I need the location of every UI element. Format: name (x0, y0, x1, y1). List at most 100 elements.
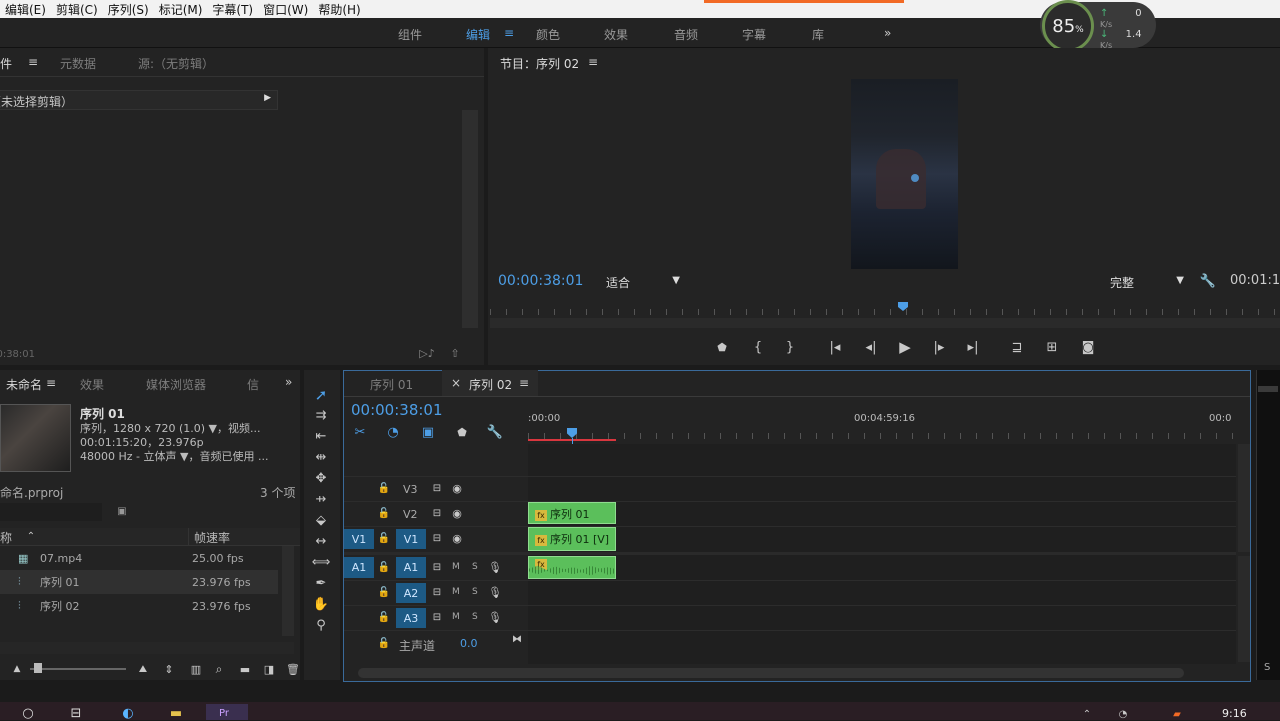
zoom-icon[interactable]: ⚲ (312, 617, 330, 633)
add-marker-icon[interactable]: ⬟ (714, 339, 730, 355)
list-item[interactable]: ▦ 07.mp4 25.00 fps (0, 546, 278, 570)
automate-icon[interactable]: ▥ (188, 662, 204, 676)
timeline-v-scrollbar-audio[interactable] (1238, 556, 1250, 662)
search-icon[interactable]: ○ (20, 706, 36, 721)
tab-effect-controls[interactable]: 控件 (0, 55, 12, 72)
mute-button[interactable]: M (452, 562, 460, 572)
mark-out-icon[interactable]: } (782, 339, 798, 355)
source-patch-v1[interactable]: V1 (344, 529, 374, 549)
tray-app-icon[interactable]: ▰ (1168, 708, 1186, 720)
slip-icon[interactable]: ⇸ (312, 491, 330, 507)
hand-icon[interactable]: ✋ (312, 596, 330, 612)
microphone-icon[interactable]: 🎙 (488, 585, 502, 599)
snap-icon[interactable]: ◔ (384, 424, 402, 440)
tab-info[interactable]: 信 (247, 376, 259, 393)
tab-media-browser[interactable]: 媒体浏览器 (146, 376, 206, 393)
ws-menu-icon[interactable]: ≡ (504, 26, 514, 40)
menu-edit[interactable]: 编辑(E) (0, 1, 51, 18)
nest-icon[interactable]: ✂ (351, 424, 369, 440)
microphone-icon[interactable]: 🎙 (488, 560, 502, 574)
track-target-a3[interactable]: A3 (396, 608, 426, 628)
slide-tool-icon[interactable]: ↔ (312, 533, 330, 549)
timeline-marker-icon[interactable]: ⬟ (454, 424, 470, 440)
timeline-menu-icon[interactable]: ≡ (519, 376, 529, 390)
browser-icon[interactable]: ◐ (118, 706, 138, 721)
go-to-out-icon[interactable]: ▸| (964, 339, 982, 355)
search-icon[interactable]: ⌕ (212, 662, 226, 676)
col-name-header[interactable]: 名称 (0, 529, 12, 546)
export-icon[interactable]: ⇧ (446, 346, 464, 360)
mute-button[interactable]: M (452, 587, 460, 597)
timeline-settings-icon[interactable]: 🔧 (487, 424, 503, 440)
lock-icon[interactable]: 🔓 (377, 636, 391, 650)
tab-effects[interactable]: 效果 (80, 376, 104, 393)
list-item[interactable]: ⫶ 序列 01 23.976 fps (0, 570, 278, 594)
camera-icon[interactable]: ◙ (1079, 339, 1097, 355)
lock-icon[interactable]: 🔓 (377, 610, 391, 624)
ws-editing[interactable]: 编辑 (466, 26, 490, 43)
timeline-h-thumb[interactable] (358, 668, 1184, 678)
linked-select-icon[interactable]: ▣ (419, 424, 437, 440)
lock-icon[interactable]: 🔓 (377, 560, 391, 574)
program-menu-icon[interactable]: ≡ (588, 55, 598, 69)
extract-icon[interactable]: ⊞ (1042, 339, 1062, 355)
program-ruler[interactable] (490, 300, 1280, 316)
track-target-a2[interactable]: A2 (396, 583, 426, 603)
ws-assembly[interactable]: 组件 (398, 26, 422, 43)
col-rate-header[interactable]: 帧速率 (194, 529, 230, 546)
project-search-input[interactable] (0, 503, 102, 521)
project-more-icon[interactable]: » (285, 375, 292, 389)
zoom-handle[interactable] (34, 663, 42, 673)
rate-stretch-icon[interactable]: ✥ (312, 470, 330, 486)
sort-up-icon[interactable]: ⌃ (24, 529, 38, 543)
menu-clip[interactable]: 剪辑(C) (51, 1, 103, 18)
master-volume[interactable]: 0.0 (460, 637, 478, 650)
timeline-v-scrollbar[interactable] (1238, 444, 1250, 552)
project-menu-icon[interactable]: ≡ (46, 376, 56, 390)
lift-icon[interactable]: ⊒ (1008, 339, 1026, 355)
menu-marker[interactable]: 标记(M) (154, 1, 208, 18)
tab-sequence-01[interactable]: 序列 01 (370, 376, 413, 393)
sync-lock-icon[interactable]: ⊟ (430, 531, 444, 545)
track-label-v3[interactable]: V3 (403, 483, 418, 496)
menu-title[interactable]: 字幕(T) (207, 1, 258, 18)
network-icon[interactable]: ◔ (1114, 708, 1132, 720)
sync-lock-icon[interactable]: ⊟ (430, 560, 444, 574)
lock-icon[interactable]: 🔓 (377, 506, 391, 520)
task-view-icon[interactable]: ⊟ (68, 706, 84, 721)
go-to-end-icon[interactable]: ⧓ (510, 632, 524, 646)
step-back-icon[interactable]: ◂| (862, 339, 880, 355)
go-to-in-icon[interactable]: |◂ (826, 339, 844, 355)
lock-icon[interactable]: 🔓 (377, 481, 391, 495)
clip-v1[interactable]: fx 序列 01 [V] (528, 527, 616, 551)
sync-lock-icon[interactable]: ⊟ (430, 506, 444, 520)
audio-settings-icon[interactable]: ▷♪ (418, 346, 436, 360)
project-h-scrollbar[interactable] (0, 642, 294, 654)
ws-libraries[interactable]: 库 (812, 26, 824, 43)
clip-a1[interactable]: fx (528, 556, 616, 579)
eye-icon[interactable]: ◉ (450, 506, 464, 520)
sync-lock-icon[interactable]: ⊟ (430, 481, 444, 495)
timeline-ruler[interactable] (528, 430, 1238, 442)
track-target-v1[interactable]: V1 (396, 529, 426, 549)
clip-dropdown[interactable]: （未选择剪辑） ▶ (0, 90, 278, 110)
tab-menu-icon[interactable]: ≡ (28, 55, 38, 69)
ws-effects[interactable]: 效果 (604, 26, 628, 43)
track-select-icon[interactable]: ⇉ (312, 407, 330, 423)
wrench-icon[interactable]: 🔧 (1199, 272, 1217, 290)
lock-icon[interactable]: ▲ (10, 662, 24, 676)
ripple-edit-icon[interactable]: ⇤ (312, 428, 330, 444)
tab-source[interactable]: 源:（无剪辑） (138, 55, 214, 72)
clip-v2[interactable]: fx 序列 01 (528, 502, 616, 524)
folder-icon[interactable]: ▬ (238, 662, 252, 676)
sync-lock-icon[interactable]: ⊟ (430, 585, 444, 599)
play-icon[interactable]: ▶ (896, 338, 914, 356)
step-forward-icon[interactable]: |▸ (930, 339, 948, 355)
sort-icon[interactable]: ⇕ (162, 662, 176, 676)
tab-metadata[interactable]: 元数据 (60, 55, 96, 72)
quality-dropdown[interactable]: 完整 ▼ (1104, 273, 1190, 291)
eye-icon[interactable]: ◉ (450, 531, 464, 545)
source-patch-a1[interactable]: A1 (344, 557, 374, 578)
selection-tool-icon[interactable]: ➚ (312, 386, 330, 404)
lock-icon[interactable]: 🔓 (377, 531, 391, 545)
